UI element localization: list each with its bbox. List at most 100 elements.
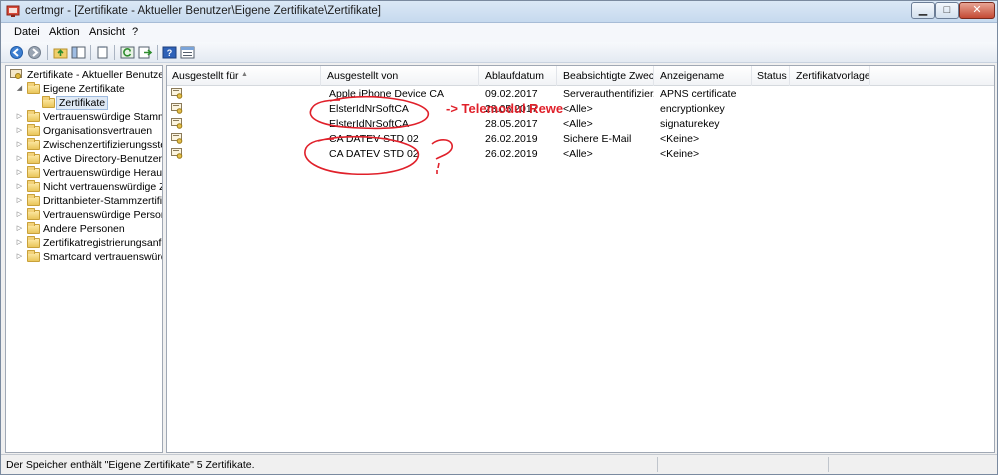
expanded-arrow-icon[interactable]: ◢ bbox=[15, 82, 24, 96]
cell-ausgestellt-fuer bbox=[183, 132, 321, 147]
help-button[interactable]: ? bbox=[161, 44, 178, 61]
menu-ansicht[interactable]: Ansicht bbox=[89, 26, 125, 38]
cell-anzeigename: encryptionkey bbox=[660, 103, 725, 115]
certificate-store-icon bbox=[10, 69, 22, 79]
certmgr-app-icon bbox=[6, 5, 20, 17]
cell-ausgestellt-von: ElsterIdNrSoftCA bbox=[329, 118, 409, 130]
tree-item-andere-personen[interactable]: ▷ Andere Personen bbox=[6, 222, 162, 236]
tree-item-vertrauenswuerdige-personen[interactable]: ▷ Vertrauenswürdige Personen bbox=[6, 208, 162, 222]
maximize-icon: □ bbox=[943, 4, 951, 16]
tree-item-eigene-zertifikate[interactable]: ◢ Eigene Zertifikate bbox=[6, 82, 162, 96]
column-header-ausgestellt-von[interactable]: Ausgestellt von bbox=[322, 66, 479, 86]
window-title: certmgr - [Zertifikate - Aktueller Benut… bbox=[25, 5, 381, 17]
maximize-button[interactable]: □ bbox=[935, 2, 959, 19]
status-text: Der Speicher enthält "Eigene Zertifikate… bbox=[6, 459, 255, 471]
collapsed-arrow-icon[interactable]: ▷ bbox=[15, 166, 24, 180]
certificate-list-pane[interactable]: Ausgestellt für ▲ Ausgestellt von Ablauf… bbox=[166, 65, 995, 453]
tree-item-vertrauenswuerdige-stammzer[interactable]: ▷ Vertrauenswürdige Stammzer bbox=[6, 110, 162, 124]
folder-icon bbox=[27, 138, 40, 150]
tree-item-label: Zertifikate bbox=[56, 96, 109, 110]
tree-item-drittanbieter[interactable]: ▷ Drittanbieter-Stammzertifizie bbox=[6, 194, 163, 208]
collapsed-arrow-icon[interactable]: ▷ bbox=[15, 110, 24, 124]
cell-anzeigename: signaturekey bbox=[660, 118, 720, 130]
column-header-ausgestellt-fuer[interactable]: Ausgestellt für ▲ bbox=[167, 66, 321, 86]
menu-help[interactable]: ? bbox=[132, 26, 138, 38]
collapsed-arrow-icon[interactable]: ▷ bbox=[15, 250, 24, 264]
tree-item-zertifikate[interactable]: Zertifikate bbox=[6, 96, 162, 110]
tree-item-zertifikatregistrierung[interactable]: ▷ Zertifikatregistrierungsanford bbox=[6, 236, 162, 250]
table-row[interactable]: Apple iPhone Device CA 09.02.2017 Server… bbox=[167, 87, 994, 102]
tree-item-organisationsvertrauen[interactable]: ▷ Organisationsvertrauen bbox=[6, 124, 162, 138]
collapsed-arrow-icon[interactable]: ▷ bbox=[15, 194, 24, 208]
column-header-beabsichtigte-zwecke[interactable]: Beabsichtigte Zwec... bbox=[558, 66, 654, 86]
column-header-status[interactable]: Status bbox=[752, 66, 790, 86]
tree-item-label: Andere Personen bbox=[43, 223, 125, 235]
properties-button[interactable] bbox=[94, 44, 111, 61]
table-row[interactable]: ElsterIdNrSoftCA 28.05.2017 <Alle> encry… bbox=[167, 102, 994, 117]
tree-item-nicht-vertrauenswuerdige[interactable]: ▷ Nicht vertrauenswürdige Zert bbox=[6, 180, 162, 194]
tree-item-label: Vertrauenswürdige Personen bbox=[43, 209, 162, 221]
tree-pane[interactable]: Zertifikate - Aktueller Benutzer ◢ Eigen… bbox=[5, 65, 163, 453]
cell-ausgestellt-fuer bbox=[183, 87, 321, 102]
show-hide-tree-button[interactable] bbox=[70, 44, 87, 61]
cell-ausgestellt-von: Apple iPhone Device CA bbox=[329, 88, 444, 100]
tree-item-label: Zwischenzertifizierungsstelle bbox=[43, 139, 162, 151]
column-header-ablaufdatum[interactable]: Ablaufdatum bbox=[480, 66, 557, 86]
collapsed-arrow-icon[interactable]: ▷ bbox=[15, 208, 24, 222]
collapsed-arrow-icon[interactable]: ▷ bbox=[15, 222, 24, 236]
cell-ausgestellt-von: ElsterIdNrSoftCA bbox=[329, 103, 409, 115]
tree-item-vertrauenswuerdige-herausgeber[interactable]: ▷ Vertrauenswürdige Herausge bbox=[6, 166, 162, 180]
tree-item-label: Zertifikate - Aktueller Benutzer bbox=[27, 69, 163, 81]
view-icon bbox=[180, 46, 195, 59]
collapsed-arrow-icon[interactable]: ▷ bbox=[15, 152, 24, 166]
menu-datei[interactable]: Datei bbox=[14, 26, 40, 38]
title-bar[interactable]: certmgr - [Zertifikate - Aktueller Benut… bbox=[1, 1, 997, 23]
column-header-label: Ablaufdatum bbox=[485, 70, 544, 82]
view-button[interactable] bbox=[179, 44, 196, 61]
tree-item-active-directory[interactable]: ▷ Active Directory-Benutzerobj bbox=[6, 152, 162, 166]
column-header-anzeigename[interactable]: Anzeigename bbox=[655, 66, 752, 86]
menu-aktion[interactable]: Aktion bbox=[49, 26, 80, 38]
toolbar-separator bbox=[157, 45, 158, 60]
table-row[interactable]: ElsterIdNrSoftCA 28.05.2017 <Alle> signa… bbox=[167, 117, 994, 132]
folder-icon bbox=[27, 194, 40, 206]
cell-beabsichtigte-zwecke: <Alle> bbox=[563, 148, 593, 160]
cell-ausgestellt-von: CA DATEV STD 02 bbox=[329, 133, 419, 145]
close-button[interactable]: ✕ bbox=[959, 2, 995, 19]
column-header-zertifikatvorlage[interactable]: Zertifikatvorlage bbox=[791, 66, 870, 86]
cell-ablaufdatum: 26.02.2019 bbox=[485, 148, 538, 160]
folder-icon bbox=[27, 208, 40, 220]
cell-beabsichtigte-zwecke: Serverauthentifizier... bbox=[563, 88, 654, 100]
tree-item-root[interactable]: Zertifikate - Aktueller Benutzer bbox=[6, 68, 163, 82]
refresh-icon bbox=[120, 46, 135, 59]
export-button[interactable] bbox=[137, 44, 154, 61]
table-row[interactable]: CA DATEV STD 02 26.02.2019 Sichere E-Mai… bbox=[167, 132, 994, 147]
back-button[interactable] bbox=[8, 44, 25, 61]
tree-item-label: Nicht vertrauenswürdige Zert bbox=[43, 181, 162, 193]
tree-item-smartcard[interactable]: ▷ Smartcard vertrauenswürdige bbox=[6, 250, 162, 264]
table-row[interactable]: CA DATEV STD 02 26.02.2019 <Alle> <Keine… bbox=[167, 147, 994, 162]
toolbar: ? bbox=[1, 42, 997, 63]
folder-icon bbox=[27, 236, 40, 248]
collapsed-arrow-icon[interactable]: ▷ bbox=[15, 236, 24, 250]
cell-beabsichtigte-zwecke: <Alle> bbox=[563, 118, 593, 130]
tree-item-label: Vertrauenswürdige Stammzer bbox=[43, 111, 162, 123]
back-arrow-icon bbox=[10, 46, 23, 59]
up-folder-button[interactable] bbox=[52, 44, 69, 61]
folder-icon bbox=[42, 96, 55, 108]
cell-ausgestellt-fuer bbox=[183, 117, 321, 132]
refresh-button[interactable] bbox=[119, 44, 136, 61]
tree-item-label: Drittanbieter-Stammzertifizie bbox=[43, 195, 163, 207]
tree-item-zwischenzertifizierungsstelle[interactable]: ▷ Zwischenzertifizierungsstelle bbox=[6, 138, 162, 152]
folder-open-icon bbox=[27, 82, 40, 94]
collapsed-arrow-icon[interactable]: ▷ bbox=[15, 124, 24, 138]
minimize-button[interactable]: ▁ bbox=[911, 2, 935, 19]
collapsed-arrow-icon[interactable]: ▷ bbox=[15, 180, 24, 194]
cell-ausgestellt-fuer bbox=[183, 147, 321, 162]
folder-icon bbox=[27, 124, 40, 136]
collapsed-arrow-icon[interactable]: ▷ bbox=[15, 138, 24, 152]
help-icon: ? bbox=[162, 46, 177, 59]
status-divider bbox=[828, 457, 829, 472]
forward-button[interactable] bbox=[26, 44, 43, 61]
certificate-with-key-icon bbox=[171, 118, 183, 129]
